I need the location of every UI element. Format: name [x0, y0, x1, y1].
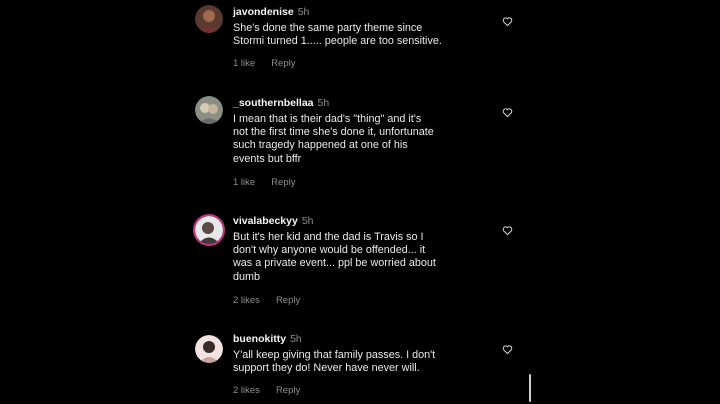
comment-time: 5h	[290, 333, 302, 345]
scrollbar[interactable]	[529, 374, 531, 402]
avatar[interactable]	[195, 335, 223, 363]
avatar[interactable]	[195, 216, 223, 244]
comment-line: Stormi turned 1..... people are too sens…	[233, 35, 442, 48]
comment-line: such tragedy happened at one of his	[233, 139, 408, 152]
comment-text: Y'all keep giving that family passes. I …	[233, 349, 493, 375]
comment-line: was a private event... ppl be worried ab…	[233, 257, 436, 270]
comment-time: 5h	[301, 215, 314, 227]
reply-button[interactable]: Reply	[271, 177, 295, 188]
comment-username[interactable]: vivalabeckyy 5h	[233, 215, 314, 227]
comment-line: don't why anyone would be offended... it	[233, 244, 426, 257]
comment-time: 5h	[297, 6, 310, 18]
like-count[interactable]: 1 like	[233, 58, 255, 69]
comment-line: dumb	[233, 270, 261, 283]
comment-text: She's done the same party theme since St…	[233, 22, 493, 48]
username-text[interactable]: javondenise	[233, 6, 294, 18]
like-count[interactable]: 1 like	[233, 177, 255, 188]
username-text[interactable]: vivalabeckyy	[233, 215, 298, 227]
comment-line: Y'all keep giving that family passes. I …	[233, 349, 436, 361]
avatar[interactable]	[195, 96, 223, 124]
comment-username[interactable]: buenokitty 5h	[233, 333, 302, 345]
like-count[interactable]: 2 likes	[233, 295, 260, 306]
reply-button[interactable]: Reply	[271, 58, 295, 69]
comment-line: I mean that is their dad's "thing" and i…	[233, 113, 422, 125]
comment-username[interactable]: javondenise 5h	[233, 6, 309, 18]
reply-button[interactable]: Reply	[276, 385, 300, 396]
username-text[interactable]: _southernbellaa	[233, 97, 314, 109]
comment-item: vivalabeckyy 5h But it's her kid and the …	[0, 214, 720, 314]
heart-outline-icon[interactable]	[502, 107, 513, 118]
like-count[interactable]: 2 likes	[233, 385, 260, 396]
avatar[interactable]	[195, 5, 223, 33]
comment-line: But it's her kid and the dad is Travis s…	[233, 231, 424, 243]
heart-outline-icon[interactable]	[502, 16, 513, 27]
comment-item: javondenise 5h She's done the same party …	[0, 0, 720, 80]
comment-actions: 2 likes Reply	[233, 385, 300, 396]
comment-item: _southernbellaa 5h I mean that is their d…	[0, 95, 720, 195]
comment-line: support they do! Never have never will.	[233, 362, 420, 375]
comment-text: I mean that is their dad's "thing" and i…	[233, 113, 493, 166]
comment-item: buenokitty 5h Y'all keep giving that fami…	[0, 331, 720, 404]
heart-outline-icon[interactable]	[502, 225, 513, 236]
username-text[interactable]: buenokitty	[233, 333, 286, 345]
comment-time: 5h	[317, 97, 330, 109]
comment-line: not the first time she's done it, unfort…	[233, 126, 434, 139]
comment-line: events but bffr	[233, 152, 302, 165]
heart-outline-icon[interactable]	[502, 344, 513, 355]
comment-actions: 1 like Reply	[233, 58, 295, 69]
reply-button[interactable]: Reply	[276, 295, 300, 306]
comment-line: She's done the same party theme since	[233, 22, 423, 34]
comment-actions: 1 like Reply	[233, 177, 295, 188]
comment-actions: 2 likes Reply	[233, 295, 300, 306]
comment-text: But it's her kid and the dad is Travis s…	[233, 231, 493, 284]
comment-username[interactable]: _southernbellaa 5h	[233, 97, 329, 109]
